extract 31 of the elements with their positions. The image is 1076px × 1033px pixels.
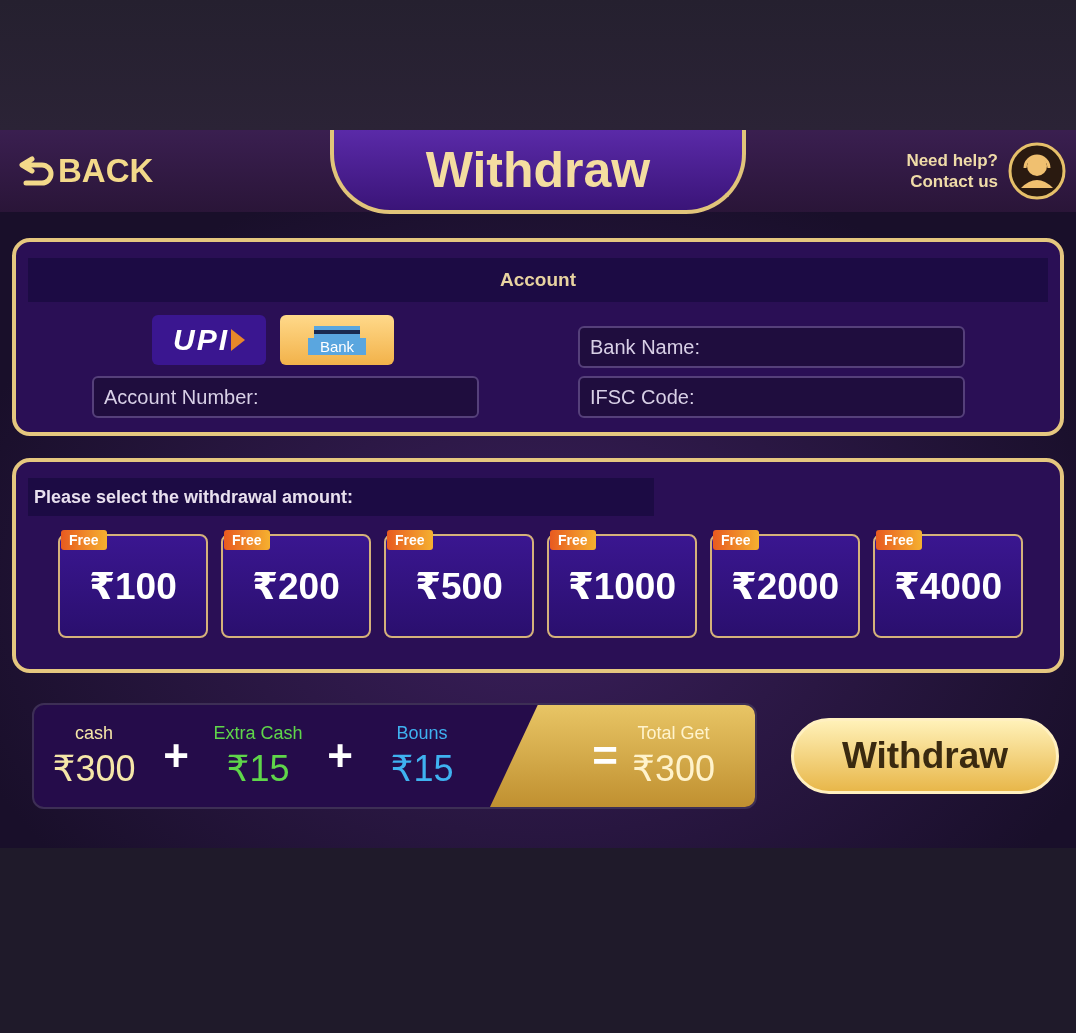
amount-value: ₹15	[390, 747, 454, 790]
card-icon	[314, 325, 360, 338]
account-title: Account	[28, 258, 1048, 302]
amount-label: Bouns	[396, 722, 448, 744]
back-button[interactable]: BACK	[18, 152, 154, 190]
total-value: ₹300	[632, 747, 715, 790]
help-text: Need help? Contact us	[905, 149, 998, 193]
amount-value: ₹15	[226, 747, 290, 790]
upi-tab[interactable]: UPI	[152, 315, 266, 365]
plus-sign: +	[162, 731, 190, 781]
back-arrow-icon	[18, 156, 54, 186]
account-number-field[interactable]: Account Number:	[92, 376, 479, 418]
support-agent-icon[interactable]	[1008, 142, 1066, 200]
equals-sign: =	[592, 731, 619, 781]
bank-name-field[interactable]: Bank Name:	[578, 326, 965, 368]
free-badge: Free	[876, 530, 922, 550]
free-badge: Free	[387, 530, 433, 550]
withdraw-button[interactable]: Withdraw	[791, 718, 1059, 794]
free-badge: Free	[224, 530, 270, 550]
triangle-icon	[231, 329, 245, 351]
screen-title: Withdraw	[330, 130, 746, 214]
ifsc-code-field[interactable]: IFSC Code:	[578, 376, 965, 418]
amount-label: Extra Cash	[213, 722, 303, 744]
free-badge: Free	[713, 530, 759, 550]
amount-value: ₹300	[52, 747, 136, 790]
total-label: Total Get	[637, 722, 710, 744]
free-badge: Free	[61, 530, 107, 550]
plus-sign: +	[326, 731, 354, 781]
amount-label: cash	[75, 722, 113, 744]
free-badge: Free	[550, 530, 596, 550]
amount-prompt: Please select the withdrawal amount:	[28, 478, 654, 516]
